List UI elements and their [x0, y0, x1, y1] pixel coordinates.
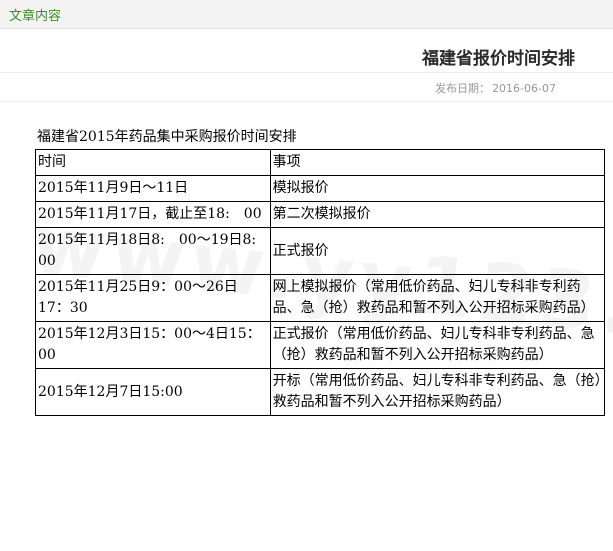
time-cell: 2015年11月18日8: 00～19日8: 00 [35, 227, 271, 275]
item-cell: 正式报价（常用低价药品、妇儿专科非专利药品、急（抢）救药品和暂不列入公开招标采购… [269, 321, 606, 369]
column-header-item: 事项 [269, 149, 606, 176]
table-header-row: 时间 事项 [35, 149, 606, 176]
item-cell: 开标（常用低价药品、妇儿专科非专利药品、急（抢）救药品和暂不列入公开招标采购药品… [269, 368, 606, 416]
divider [0, 101, 613, 102]
article-title: 福建省报价时间安排 [422, 49, 575, 69]
section-header-bar: 文章内容 [0, 0, 613, 29]
document-heading: 福建省2015年药品集中采购报价时间安排 [37, 129, 297, 145]
time-cell: 2015年12月3日15：00～4日15：00 [35, 321, 271, 369]
publish-date-value: 2016-06-07 [492, 82, 556, 95]
table-row: 2015年12月3日15：00～4日15：00 正式报价（常用低价药品、妇儿专科… [35, 321, 606, 369]
time-cell: 2015年11月17日，截止至18: 00 [35, 201, 271, 228]
item-cell: 第二次模拟报价 [269, 201, 606, 228]
table-row: 2015年11月18日8: 00～19日8: 00 正式报价 [35, 227, 606, 275]
divider [0, 72, 613, 73]
publish-date: 发布日期： 2016-06-07 [435, 80, 556, 96]
table-row: 2015年12月7日15:00 开标（常用低价药品、妇儿专科非专利药品、急（抢）… [35, 368, 606, 416]
section-label: 文章内容 [9, 9, 62, 24]
item-cell: 模拟报价 [269, 175, 606, 202]
table-row: 2015年11月17日，截止至18: 00 第二次模拟报价 [35, 201, 606, 228]
table-row: 2015年11月25日9：00～26日17：30 网上模拟报价（常用低价药品、妇… [35, 274, 606, 322]
time-cell: 2015年12月7日15:00 [35, 368, 271, 416]
time-cell: 2015年11月9日～11日 [35, 175, 271, 202]
schedule-table: 时间 事项 2015年11月9日～11日 模拟报价 2015年11月17日，截止… [35, 149, 606, 416]
publish-date-label: 发布日期： [435, 82, 491, 95]
item-cell: 正式报价 [269, 227, 606, 275]
item-cell: 网上模拟报价（常用低价药品、妇儿专科非专利药品、急（抢）救药品和暂不列入公开招标… [269, 274, 606, 322]
column-header-time: 时间 [35, 149, 271, 176]
time-cell: 2015年11月25日9：00～26日17：30 [35, 274, 271, 322]
table-row: 2015年11月9日～11日 模拟报价 [35, 175, 606, 202]
